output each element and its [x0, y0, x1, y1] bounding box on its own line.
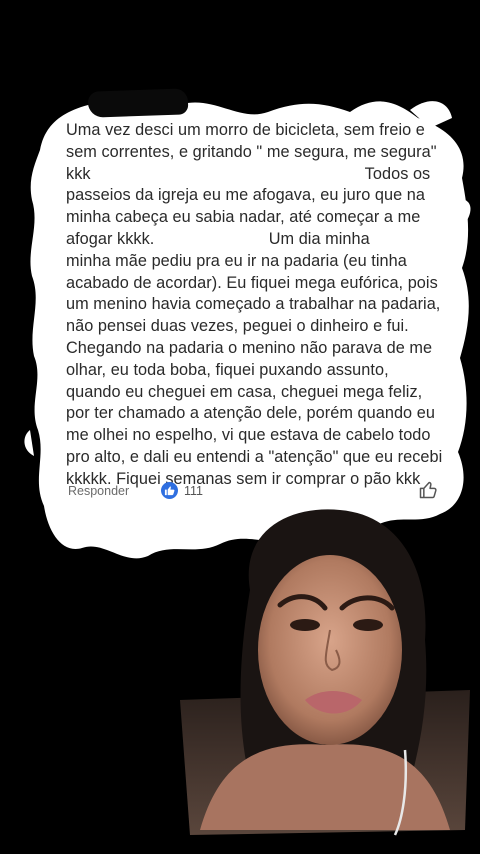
comment-line: acabado de acordar). Eu fiquei mega eufó…	[66, 273, 438, 292]
comment-line: por ter chamado a atenção dele, porém qu…	[66, 404, 435, 423]
comment-line: me olhei no espelho, vi que estava de ca…	[66, 426, 431, 445]
comment-line: passeios da igreja eu me afogava, eu jur…	[66, 186, 426, 205]
comment-text: Uma vez desci um morro de bicicleta, sem…	[66, 120, 451, 491]
reply-button[interactable]: Responder	[68, 484, 129, 498]
thumbs-up-filled-icon	[161, 482, 178, 499]
comment-line: minha mãe pediu pra eu ir na padaria (eu…	[66, 251, 407, 270]
comment-line: kkk Todos os	[66, 164, 431, 183]
comment-line: afogar kkkk. Um dia minha	[66, 229, 370, 248]
comment-actions: Responder 111	[66, 480, 446, 502]
comment-line: Chegando na padaria o menino não parava …	[66, 338, 433, 357]
comment-line: quando eu cheguei em casa, cheguei mega …	[66, 382, 423, 401]
comment-line: sem correntes, e gritando " me segura, m…	[66, 142, 437, 161]
comment-line: pro alto, e dali eu entendi a "atenção" …	[66, 447, 443, 466]
thumbs-up-outline-icon[interactable]	[418, 480, 438, 500]
comment-line: Uma vez desci um morro de bicicleta, sem…	[66, 121, 425, 139]
comment-line: não pensei duas vezes, peguei o dinheiro…	[66, 317, 409, 336]
redacted-username-scribble	[87, 88, 189, 118]
comment-line: olhar, eu toda boba, fiquei puxando assu…	[66, 360, 389, 379]
comment-line: um menino havia começado a trabalhar na …	[66, 295, 441, 314]
like-count: 111	[184, 484, 204, 498]
comment-line: minha cabeça eu sabia nadar, até começar…	[66, 208, 421, 227]
selfie-photo	[180, 509, 470, 836]
